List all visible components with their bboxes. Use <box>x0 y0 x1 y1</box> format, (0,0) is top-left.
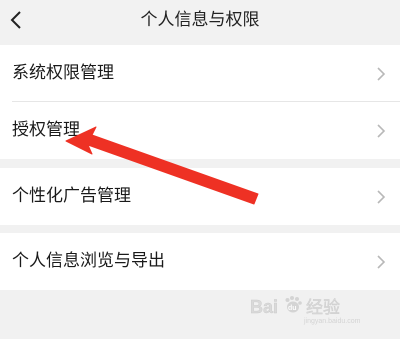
chevron-right-icon <box>377 124 386 138</box>
chevron-right-icon <box>377 190 386 204</box>
list-item-label: 个人信息浏览与导出 <box>12 251 165 271</box>
baidu-jingyan-watermark-logo: Bai du 经验 jingyan.baidu.com <box>250 296 361 325</box>
list-item-label: 授权管理 <box>12 120 80 140</box>
settings-group-export: 个人信息浏览与导出 <box>0 233 400 290</box>
settings-group-ads: 个性化广告管理 <box>0 168 400 225</box>
svg-text:jingyan.baidu.com: jingyan.baidu.com <box>303 318 361 325</box>
svg-text:Bai: Bai <box>250 297 278 317</box>
settings-group-permissions: 系统权限管理 授权管理 <box>0 45 400 159</box>
chevron-right-icon <box>377 67 386 81</box>
chevron-right-icon <box>377 255 386 269</box>
navigation-bar: 个人信息与权限 <box>0 0 400 40</box>
list-item-label: 个性化广告管理 <box>12 186 131 206</box>
authorization-management-item[interactable]: 授权管理 <box>0 102 400 159</box>
system-permission-management-item[interactable]: 系统权限管理 <box>0 45 400 102</box>
page-title: 个人信息与权限 <box>140 10 260 30</box>
svg-text:du: du <box>288 305 297 312</box>
list-item-label: 系统权限管理 <box>12 63 114 83</box>
svg-text:经验: 经验 <box>306 298 340 318</box>
personalized-ads-management-item[interactable]: 个性化广告管理 <box>0 168 400 225</box>
personal-info-browse-export-item[interactable]: 个人信息浏览与导出 <box>0 233 400 290</box>
